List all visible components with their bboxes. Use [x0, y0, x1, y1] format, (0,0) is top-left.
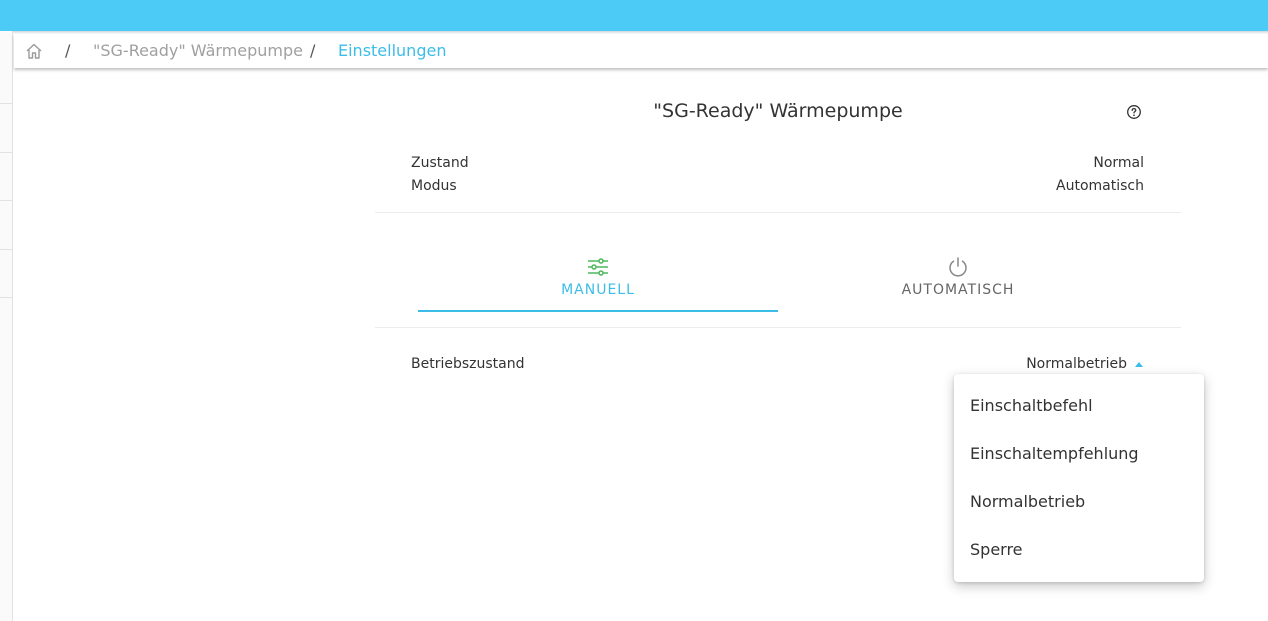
- betriebszustand-dropdown-menu: Einschaltbefehl Einschaltempfehlung Norm…: [954, 374, 1204, 582]
- breadcrumb-device-link[interactable]: "SG-Ready" Wärmepumpe: [93, 41, 303, 60]
- page-title: "SG-Ready" Wärmepumpe: [653, 100, 903, 122]
- betriebszustand-label: Betriebszustand: [411, 356, 525, 372]
- betriebszustand-selected-value: Normalbetrieb: [1026, 356, 1127, 372]
- help-circle-icon[interactable]: [1126, 104, 1142, 120]
- top-app-bar: [0, 0, 1268, 31]
- dropdown-option-einschaltbefehl[interactable]: Einschaltbefehl: [954, 382, 1204, 430]
- home-icon[interactable]: [25, 42, 43, 60]
- status-value-zustand: Normal: [1093, 155, 1144, 171]
- section-divider: [375, 327, 1181, 328]
- status-label-zustand: Zustand: [411, 155, 469, 171]
- tab-automatisch-label: AUTOMATISCH: [901, 282, 1015, 298]
- side-rail-divider: [0, 297, 12, 298]
- section-divider: [375, 212, 1181, 213]
- power-icon: [947, 256, 969, 278]
- side-rail-divider: [0, 152, 12, 153]
- caret-up-icon: [1135, 362, 1143, 367]
- sliders-icon: [587, 256, 609, 278]
- side-rail: [0, 31, 13, 621]
- dropdown-option-einschaltempfehlung[interactable]: Einschaltempfehlung: [954, 430, 1204, 478]
- breadcrumb-separator: /: [65, 41, 71, 60]
- breadcrumb-separator: /: [310, 41, 316, 60]
- status-label-modus: Modus: [411, 178, 457, 194]
- status-value-modus: Automatisch: [1056, 178, 1144, 194]
- side-rail-divider: [0, 249, 12, 250]
- tab-manuell[interactable]: MANUELL: [418, 250, 778, 312]
- tab-manuell-label: MANUELL: [561, 282, 635, 298]
- breadcrumb: / "SG-Ready" Wärmepumpe / Einstellungen: [14, 34, 1268, 68]
- active-tab-indicator: [418, 310, 778, 312]
- side-rail-divider: [0, 200, 12, 201]
- side-rail-divider: [0, 103, 12, 104]
- tab-automatisch[interactable]: AUTOMATISCH: [778, 250, 1138, 312]
- betriebszustand-select[interactable]: Normalbetrieb: [1000, 356, 1145, 376]
- dropdown-option-normalbetrieb[interactable]: Normalbetrieb: [954, 478, 1204, 526]
- dropdown-option-sperre[interactable]: Sperre: [954, 526, 1204, 574]
- breadcrumb-current[interactable]: Einstellungen: [338, 41, 446, 60]
